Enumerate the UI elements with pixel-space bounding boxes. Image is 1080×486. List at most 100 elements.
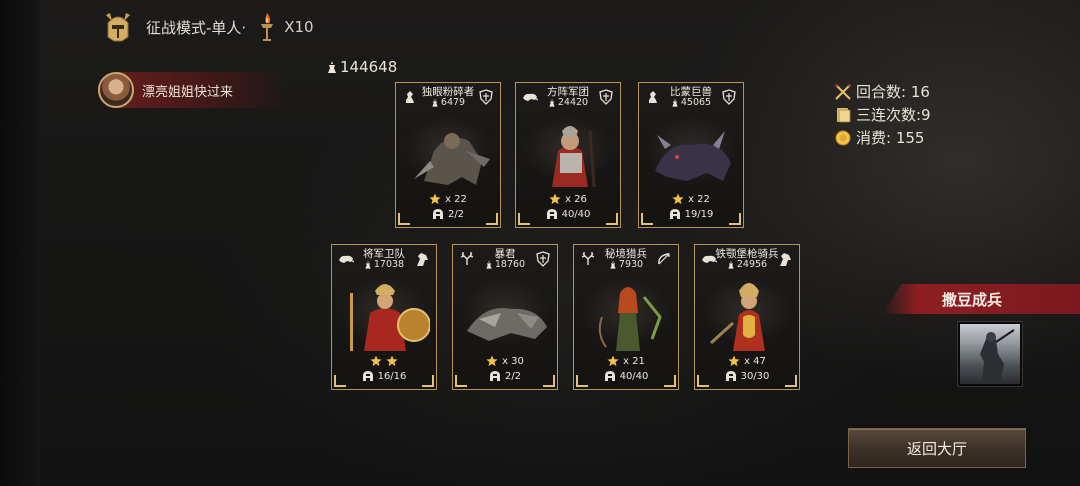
player-avatar[interactable] — [98, 72, 134, 108]
unit-card[interactable]: 暴君 18760 x 30 2/2 — [452, 244, 558, 390]
unit-stars — [332, 355, 436, 367]
unit-star-count: x 22 — [688, 193, 710, 205]
ability-label: 撒豆成兵 — [942, 290, 1003, 309]
unit-stars: x 22 — [639, 193, 743, 205]
unit-stars: x 30 — [453, 355, 557, 367]
unit-troops-value: 19/19 — [684, 208, 714, 220]
unit-star-count: x 21 — [623, 355, 645, 367]
troop-helmet-icon — [725, 371, 736, 381]
shield-crest-icon — [479, 89, 493, 105]
stat-triple-chains: 三连次数:9 — [834, 103, 931, 126]
power-helmet-icon — [672, 98, 678, 107]
unit-star-count: x 22 — [445, 193, 467, 205]
return-lobby-button[interactable]: 返回大厅 — [848, 428, 1026, 468]
boar-icon — [339, 255, 354, 263]
roman-legionary-art — [552, 126, 596, 188]
general-guard-art — [350, 284, 430, 351]
antlers-icon — [581, 252, 595, 265]
unit-troops-value: 40/40 — [561, 208, 591, 220]
torch-icon — [261, 13, 274, 41]
unit-troops: 19/19 — [639, 208, 743, 220]
star-icon — [728, 355, 740, 367]
unit-star-count: x 47 — [744, 355, 766, 367]
unit-power-value: 24956 — [736, 259, 768, 270]
boar-icon — [702, 255, 717, 263]
horse-head-icon — [780, 253, 791, 266]
unit-troops-value: 16/16 — [377, 370, 407, 382]
behemoth-beast-art — [655, 131, 731, 181]
unit-card[interactable]: 秘境猎兵 7930 x 21 40/40 — [573, 244, 679, 390]
unit-card[interactable]: 将军卫队 17038 16/16 — [331, 244, 437, 390]
unit-card[interactable]: 比蒙巨兽 45065 x 22 19/19 — [638, 82, 744, 228]
power-helmet-icon — [486, 260, 492, 269]
unit-star-count: x 30 — [502, 355, 524, 367]
mode-title: 征战模式-单人· — [146, 18, 247, 37]
unit-troops: 2/2 — [453, 370, 557, 382]
total-power: 144648 — [326, 58, 397, 76]
armored-tyrant-art — [467, 307, 547, 341]
player-name: 漂亮姐姐快过来 — [142, 84, 234, 100]
unit-troops-value: 2/2 — [504, 370, 522, 382]
shield-crest-icon — [599, 89, 613, 105]
unit-stars: x 26 — [516, 193, 620, 205]
troop-helmet-icon — [432, 209, 443, 219]
unit-star-count: x 26 — [565, 193, 587, 205]
star-icon — [607, 355, 619, 367]
unit-power-value: 24420 — [557, 97, 589, 108]
unit-troops: 40/40 — [574, 370, 678, 382]
unit-troops: 2/2 — [396, 208, 500, 220]
star-icon — [486, 355, 498, 367]
stat-rounds: 回合数: 16 — [834, 80, 931, 103]
bow-arrow-icon — [658, 253, 670, 265]
power-helmet-icon — [432, 98, 438, 107]
star-icon — [386, 355, 398, 367]
scroll-cards-icon — [837, 107, 851, 122]
unit-troops-value: 30/30 — [740, 370, 770, 382]
star-icon — [370, 355, 382, 367]
stat-rounds-text: 回合数: 16 — [856, 83, 930, 101]
power-helmet-icon — [728, 260, 734, 269]
unit-stars: x 22 — [396, 193, 500, 205]
summon-soldier-art — [980, 329, 1015, 384]
power-helmet-icon — [549, 98, 555, 107]
shield-crest-icon — [536, 251, 550, 267]
unit-troops: 16/16 — [332, 370, 436, 382]
troop-helmet-icon — [669, 209, 680, 219]
battle-stats: 回合数: 16 三连次数:9 消费: 155 — [834, 80, 931, 149]
star-icon — [429, 193, 441, 205]
left-edge-strip — [0, 0, 40, 486]
unit-troops-value: 40/40 — [619, 370, 649, 382]
helmet-emblem-icon — [106, 13, 130, 42]
unit-card[interactable]: 独眼粉碎者 6479 x 22 2/2 — [395, 82, 501, 228]
game-screen: 征战模式-单人· X10 漂亮姐姐快过来 144648 回合数: 16 三连次数… — [0, 0, 1080, 486]
armored-ogre-art — [414, 133, 490, 185]
power-helmet-icon — [328, 60, 336, 73]
unit-card[interactable]: 方阵军团 24420 x 26 40/40 — [515, 82, 621, 228]
unit-troops: 30/30 — [695, 370, 799, 382]
crossed-swords-icon — [835, 83, 851, 100]
total-power-value: 144648 — [340, 58, 398, 76]
unit-power-value: 7930 — [618, 259, 644, 270]
player-banner[interactable]: 漂亮姐姐快过来 — [98, 72, 288, 108]
stat-cost-text: 消费: 155 — [856, 129, 925, 147]
summon-soldier-thumbnail[interactable] — [957, 321, 1023, 387]
unit-card[interactable]: 铁颚堡枪骑兵 24956 x 47 30/30 — [694, 244, 800, 390]
stat-cost: 消费: 155 — [834, 126, 931, 149]
unit-stars: x 47 — [695, 355, 799, 367]
mode-header: 征战模式-单人· X10 — [100, 10, 314, 44]
unit-power-value: 17038 — [373, 259, 405, 270]
star-icon — [672, 193, 684, 205]
lancer-warrior-art — [709, 283, 765, 351]
gold-coin-icon — [835, 130, 851, 145]
unit-stars: x 21 — [574, 355, 678, 367]
horse-head-icon — [417, 253, 428, 266]
forest-huntress-art — [598, 287, 662, 351]
shield-crest-icon — [722, 89, 736, 105]
power-helmet-icon — [365, 260, 371, 269]
unit-power-value: 45065 — [680, 97, 712, 108]
troop-helmet-icon — [546, 209, 557, 219]
unit-troops-value: 2/2 — [447, 208, 465, 220]
ability-banner[interactable]: 撒豆成兵 — [882, 284, 1080, 314]
troop-helmet-icon — [604, 371, 615, 381]
antlers-icon — [460, 252, 474, 265]
